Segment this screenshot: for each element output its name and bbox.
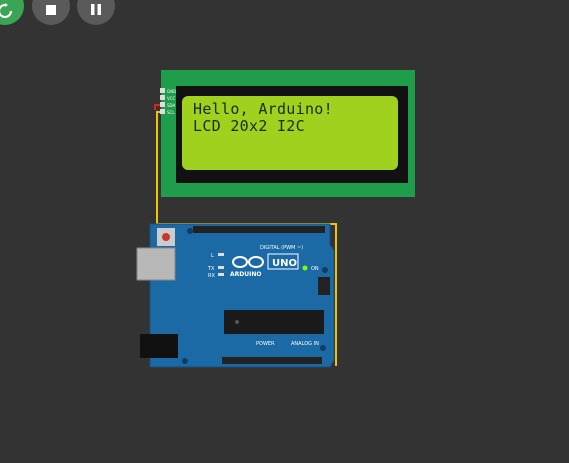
- usb-port: [136, 247, 176, 281]
- analog-label: ANALOG IN: [291, 341, 319, 347]
- rx-label: RX: [208, 273, 215, 279]
- mount-hole: [322, 267, 328, 273]
- rx-led: [218, 273, 224, 276]
- mount-hole: [320, 345, 326, 351]
- lcd-line-2: LCD 20x2 I2C: [193, 117, 305, 135]
- lcd-line-1: Hello, Arduino!: [193, 100, 333, 118]
- lcd-pin-scl: SCL: [167, 110, 175, 115]
- icsp-header: [318, 277, 330, 295]
- mount-hole: [182, 358, 188, 364]
- tx-led: [218, 266, 224, 269]
- simulation-canvas: GND VCC SDA SCL ON L TX RX ARDUINO UNO D…: [136, 70, 415, 368]
- digital-label: DIGITAL (PWM ~): [260, 245, 303, 251]
- wire-power[interactable]: [154, 104, 160, 110]
- reset-button-cap[interactable]: [162, 233, 170, 241]
- l-label: L: [211, 253, 214, 259]
- chip-notch: [235, 320, 239, 324]
- tx-label: TX: [207, 266, 215, 272]
- lcd-pin-sda: SDA: [167, 103, 176, 108]
- lcd-pin-gnd: GND: [167, 89, 176, 94]
- model-label: UNO: [272, 258, 297, 269]
- arduino-uno-board[interactable]: ON L TX RX ARDUINO UNO DIGITAL (PWM ~) P…: [136, 223, 335, 368]
- power-analog-header: [222, 357, 322, 364]
- lcd-pin-vcc: VCC: [167, 96, 176, 101]
- digital-header: [193, 226, 325, 233]
- on-label: ON: [311, 266, 319, 272]
- brand-label: ARDUINO: [230, 271, 261, 278]
- l-led: [218, 253, 224, 256]
- power-label: POWER: [256, 341, 275, 347]
- mount-hole: [187, 228, 193, 234]
- power-jack: [140, 334, 178, 358]
- on-led: [302, 265, 308, 271]
